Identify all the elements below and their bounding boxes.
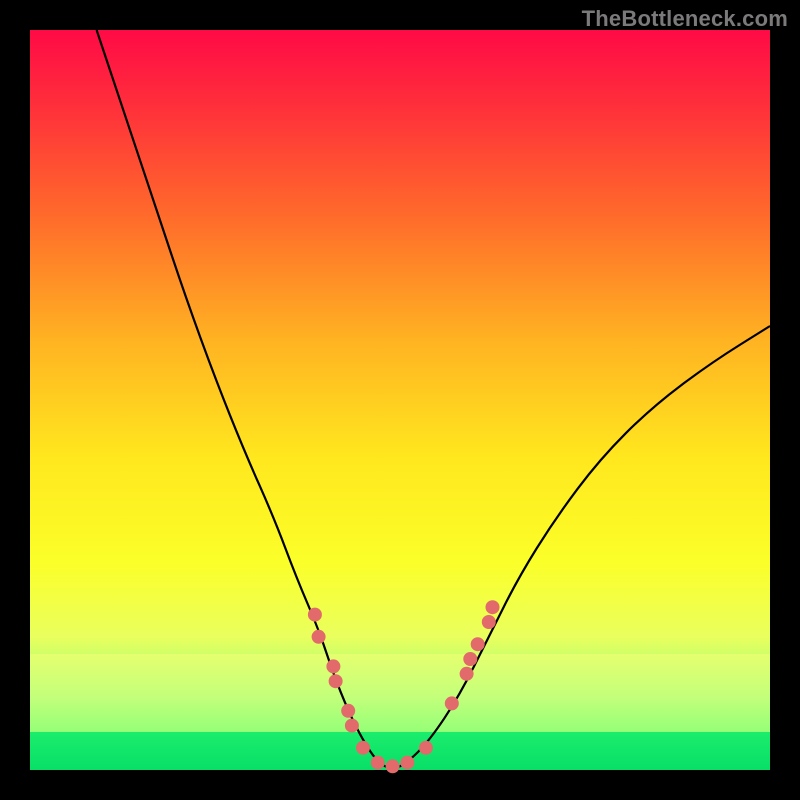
data-marker	[486, 601, 499, 614]
data-marker	[342, 704, 355, 717]
bottleneck-curve	[97, 30, 770, 768]
data-marker	[308, 608, 321, 621]
data-marker	[464, 653, 477, 666]
data-marker	[327, 660, 340, 673]
data-marker	[445, 697, 458, 710]
data-marker	[371, 756, 384, 769]
left-markers-group	[308, 608, 399, 773]
data-marker	[460, 667, 473, 680]
right-markers-group	[401, 601, 499, 769]
watermark-label: TheBottleneck.com	[582, 6, 788, 32]
data-marker	[345, 719, 358, 732]
chart-frame: TheBottleneck.com	[0, 0, 800, 800]
data-marker	[419, 741, 432, 754]
data-marker	[329, 675, 342, 688]
data-marker	[471, 638, 484, 651]
data-marker	[357, 741, 370, 754]
plot-area	[30, 30, 770, 770]
data-marker	[312, 630, 325, 643]
data-marker	[401, 756, 414, 769]
data-marker	[386, 760, 399, 773]
curve-layer	[30, 30, 770, 770]
data-marker	[482, 616, 495, 629]
